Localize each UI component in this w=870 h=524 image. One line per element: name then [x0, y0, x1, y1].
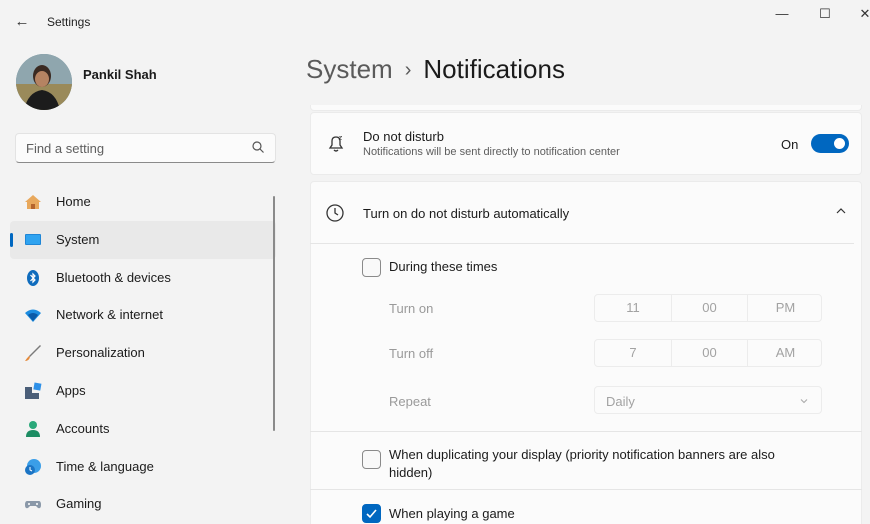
minimize-button[interactable]: — — [762, 4, 802, 24]
search-input[interactable]: Find a setting — [15, 133, 276, 163]
turn-on-period[interactable]: PM — [747, 295, 823, 321]
page-title: System › Notifications — [306, 54, 565, 85]
playing-game-label: When playing a game — [389, 506, 515, 521]
brush-icon — [25, 345, 41, 362]
dnd-title: Do not disturb — [363, 129, 444, 144]
breadcrumb-system[interactable]: System — [306, 54, 393, 84]
sidebar-scrollbar[interactable] — [273, 196, 275, 431]
gaming-icon — [25, 501, 41, 509]
sidebar-item-label: Apps — [56, 382, 86, 398]
turn-off-time-picker[interactable]: 7 00 AM — [594, 339, 822, 367]
divider — [310, 243, 854, 244]
time-language-icon — [25, 458, 41, 475]
sidebar-item-label: Network & internet — [56, 307, 163, 323]
bell-snooze-icon: z — [328, 134, 344, 152]
turn-on-minute[interactable]: 00 — [671, 295, 747, 321]
system-icon — [25, 233, 41, 245]
sidebar-item-label: Home — [56, 194, 91, 209]
divider — [310, 431, 862, 432]
sidebar-item-gaming[interactable]: Gaming — [10, 485, 276, 523]
duplicating-line2: hidden) — [389, 465, 433, 480]
close-button[interactable]: ✕ — [845, 4, 870, 24]
clock-icon — [326, 204, 344, 222]
repeat-value: Daily — [606, 394, 635, 409]
breadcrumb-separator: › — [404, 59, 412, 81]
maximize-button[interactable]: ☐ — [805, 4, 845, 24]
toggle-knob — [834, 138, 845, 149]
dnd-toggle[interactable] — [811, 134, 849, 153]
bluetooth-icon — [27, 269, 39, 286]
playing-game-checkbox[interactable] — [362, 504, 381, 523]
sidebar-item-system[interactable]: System — [10, 220, 276, 259]
sidebar-item-label: System — [56, 231, 100, 247]
auto-dnd-title[interactable]: Turn on do not disturb automatically — [363, 206, 569, 221]
app-title: Settings — [47, 15, 91, 29]
duplicating-line1: When duplicating your display (priority … — [389, 447, 775, 462]
accounts-icon — [26, 420, 40, 437]
apps-icon — [25, 382, 42, 399]
dnd-subtitle: Notifications will be sent directly to n… — [363, 146, 620, 158]
previous-card-edge — [310, 105, 862, 111]
sidebar-item-network[interactable]: Network & internet — [10, 296, 276, 334]
sidebar-item-home[interactable]: Home — [10, 183, 276, 221]
sidebar-nav: Home System Bluetooth & devices Network … — [10, 183, 276, 523]
sidebar-item-accounts[interactable]: Accounts — [10, 410, 276, 448]
sidebar-item-personalization[interactable]: Personalization — [10, 334, 276, 372]
checkmark-icon — [366, 509, 377, 519]
title-bar: ← Settings — ☐ ✕ — [0, 0, 870, 44]
search-placeholder: Find a setting — [26, 141, 105, 156]
duplicating-display-checkbox[interactable] — [362, 450, 381, 469]
chevron-up-icon[interactable] — [835, 205, 847, 217]
dnd-toggle-label: On — [781, 137, 799, 152]
repeat-select[interactable]: Daily — [594, 386, 822, 414]
sidebar-item-time-language[interactable]: Time & language — [10, 448, 276, 486]
sidebar-item-label: Time & language — [56, 458, 154, 474]
sidebar-item-label: Personalization — [56, 345, 145, 361]
sidebar-item-label: Accounts — [56, 420, 110, 436]
breadcrumb-current: Notifications — [423, 54, 565, 84]
search-icon — [252, 141, 264, 153]
svg-text:z: z — [339, 134, 343, 142]
during-times-checkbox[interactable] — [362, 258, 381, 277]
sidebar-item-label: Bluetooth & devices — [56, 269, 171, 285]
turn-off-period[interactable]: AM — [747, 340, 823, 366]
sidebar-item-bluetooth[interactable]: Bluetooth & devices — [10, 259, 276, 297]
sidebar-item-label: Gaming — [56, 496, 102, 512]
chevron-down-icon — [800, 399, 808, 404]
turn-off-hour[interactable]: 7 — [595, 340, 671, 366]
avatar[interactable] — [16, 54, 72, 110]
duplicating-display-label: When duplicating your display (priority … — [389, 446, 829, 482]
turn-on-time-picker[interactable]: 11 00 PM — [594, 294, 822, 322]
home-icon — [25, 195, 41, 209]
active-indicator — [10, 232, 13, 247]
turn-off-label: Turn off — [389, 346, 434, 361]
sidebar-item-apps[interactable]: Apps — [10, 372, 276, 410]
back-button[interactable]: ← — [12, 12, 32, 32]
sidebar: Pankil Shah Find a setting Home System B… — [0, 44, 292, 524]
repeat-label: Repeat — [389, 394, 431, 409]
divider — [310, 489, 862, 490]
turn-off-minute[interactable]: 00 — [671, 340, 747, 366]
user-name: Pankil Shah — [83, 67, 157, 82]
turn-on-label: Turn on — [389, 301, 434, 316]
wifi-icon — [25, 309, 41, 323]
turn-on-hour[interactable]: 11 — [595, 295, 671, 321]
during-times-label: During these times — [389, 259, 498, 274]
